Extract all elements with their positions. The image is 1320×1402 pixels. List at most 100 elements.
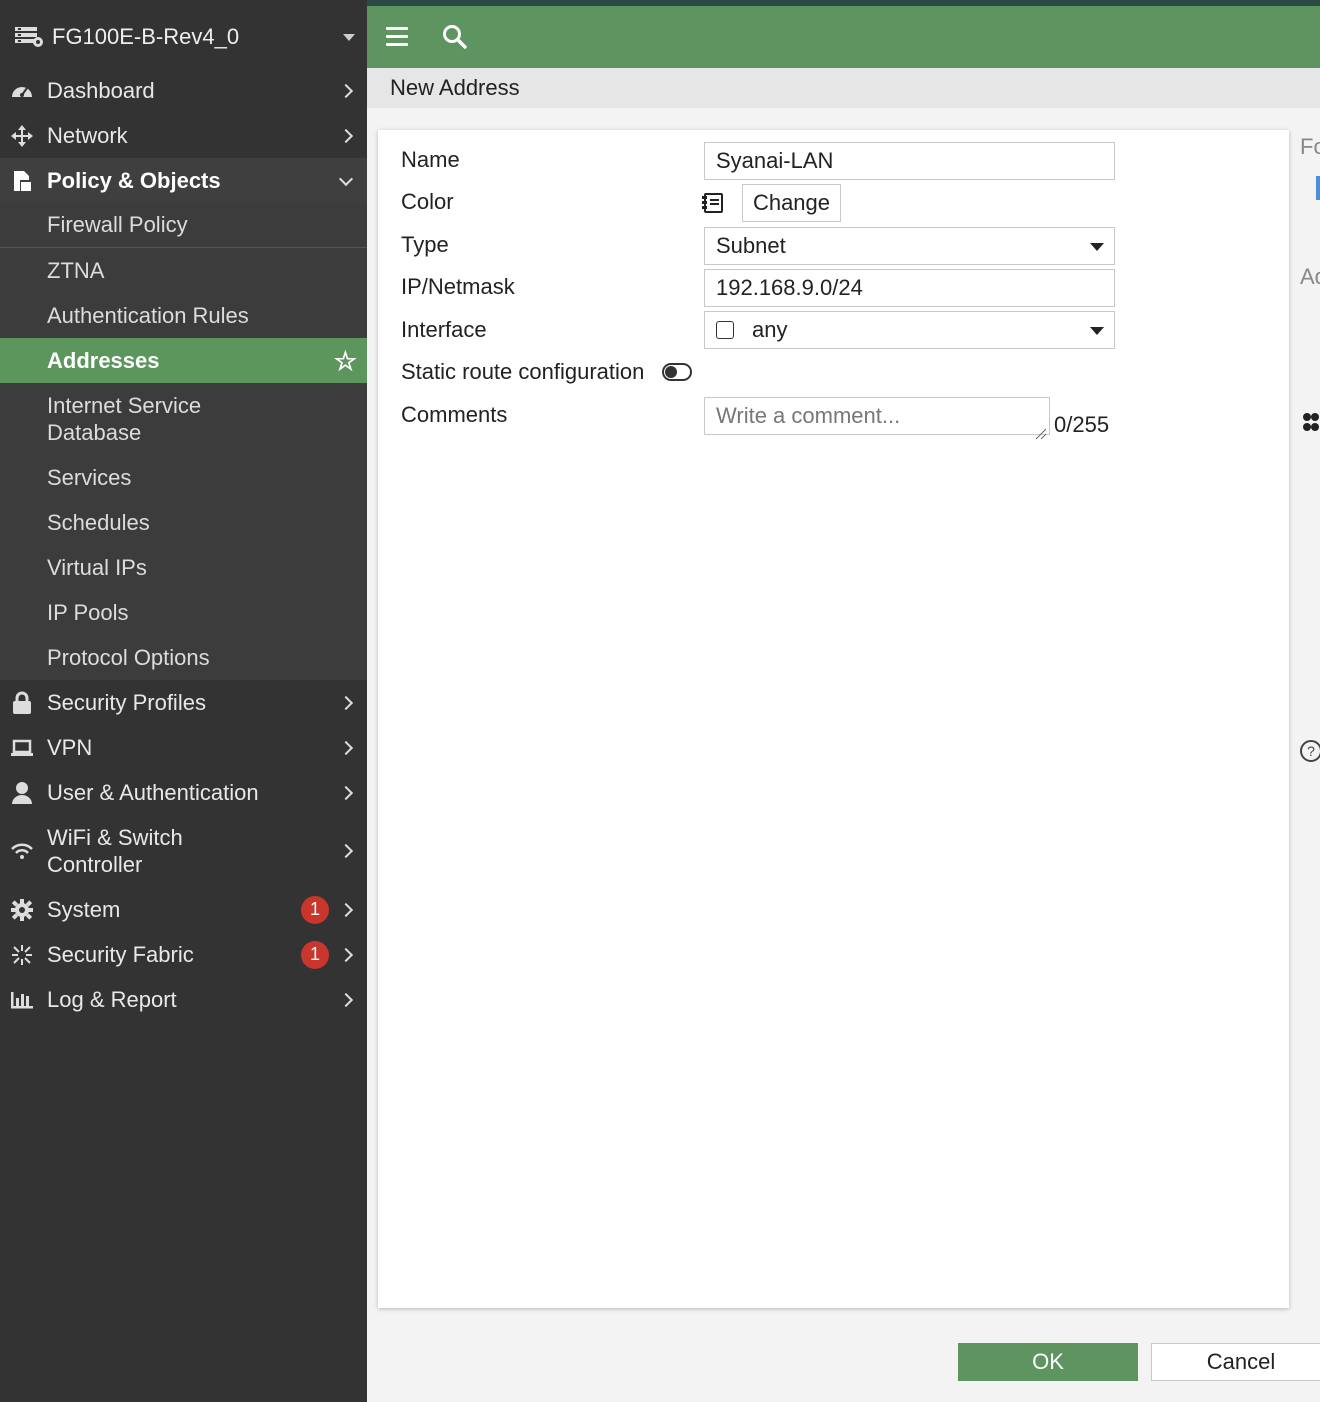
comments-placeholder: Write a comment... bbox=[716, 403, 901, 428]
sidebar-item-protocol-options[interactable]: Protocol Options bbox=[0, 635, 367, 680]
nav-vpn[interactable]: VPN bbox=[0, 725, 367, 770]
caret-down-icon[interactable] bbox=[343, 34, 355, 41]
caret-down-icon bbox=[1090, 243, 1104, 251]
top-header bbox=[367, 6, 1320, 68]
sidebar-item-addresses[interactable]: Addresses ☆ bbox=[0, 338, 367, 383]
help-icon[interactable]: ? bbox=[1300, 740, 1320, 762]
static-route-label: Static route configuration bbox=[401, 359, 645, 384]
right-panel-subheading: Ad bbox=[1300, 264, 1320, 289]
policy-submenu: Firewall Policy ZTNA Authentication Rule… bbox=[0, 203, 367, 680]
nav-policy-objects[interactable]: Policy & Objects bbox=[0, 158, 367, 203]
policy-document-icon bbox=[9, 169, 35, 193]
nav-label-line1: Internet Service bbox=[47, 393, 202, 418]
search-icon[interactable] bbox=[442, 24, 468, 50]
nav-label: Network bbox=[47, 122, 128, 148]
nav-label: Virtual IPs bbox=[47, 554, 147, 580]
ip-netmask-input[interactable]: 192.168.9.0/24 bbox=[704, 269, 1115, 307]
chevron-right-icon bbox=[338, 947, 354, 962]
change-color-button[interactable]: Change bbox=[742, 184, 841, 222]
nav-dashboard[interactable]: Dashboard bbox=[0, 68, 367, 113]
sidebar-item-ip-pools[interactable]: IP Pools bbox=[0, 590, 367, 635]
nav-user-authentication[interactable]: User & Authentication bbox=[0, 770, 367, 815]
type-value: Subnet bbox=[716, 233, 786, 258]
nav-label: Schedules bbox=[47, 509, 150, 535]
nav-label-line1: WiFi & Switch bbox=[47, 825, 183, 850]
nav-label: Policy & Objects bbox=[47, 167, 221, 193]
type-label: Type bbox=[401, 232, 449, 257]
sidebar-item-services[interactable]: Services bbox=[0, 455, 367, 500]
security-fabric-icon bbox=[9, 943, 35, 967]
laptop-icon bbox=[9, 736, 35, 760]
cancel-button[interactable]: Cancel bbox=[1151, 1343, 1320, 1381]
sidebar-item-schedules[interactable]: Schedules bbox=[0, 500, 367, 545]
bar-chart-icon bbox=[9, 988, 35, 1012]
nav-system[interactable]: System 1 bbox=[0, 887, 367, 932]
lock-icon bbox=[9, 691, 35, 715]
sidebar-item-ztna[interactable]: ZTNA bbox=[0, 248, 367, 293]
name-input[interactable]: Syanai-LAN bbox=[704, 142, 1115, 180]
resize-handle-icon[interactable] bbox=[1035, 420, 1047, 440]
right-panel-heading: Fo bbox=[1300, 134, 1320, 159]
chevron-down-icon bbox=[338, 171, 354, 186]
nav-security-profiles[interactable]: Security Profiles bbox=[0, 680, 367, 725]
sidebar-item-authentication-rules[interactable]: Authentication Rules bbox=[0, 293, 367, 338]
nav-label: IP Pools bbox=[47, 599, 129, 625]
name-label: Name bbox=[401, 147, 460, 172]
nav-network[interactable]: Network bbox=[0, 113, 367, 158]
page-title: New Address bbox=[367, 68, 1320, 108]
chevron-right-icon bbox=[338, 902, 354, 917]
right-panel-link-fragment bbox=[1316, 176, 1320, 200]
interface-value: any bbox=[752, 317, 788, 342]
nav-label: Dashboard bbox=[47, 77, 155, 103]
chevron-right-icon bbox=[338, 740, 354, 755]
type-select[interactable]: Subnet bbox=[704, 227, 1115, 265]
ok-button[interactable]: OK bbox=[958, 1343, 1138, 1381]
nav-label: System bbox=[47, 896, 121, 922]
nav-label: User & Authentication bbox=[47, 779, 259, 805]
nav-label: Log & Report bbox=[47, 986, 177, 1012]
nav-label: Firewall Policy bbox=[47, 212, 188, 237]
nav-label: ZTNA bbox=[47, 257, 105, 283]
nav-label: Security Profiles bbox=[47, 689, 206, 715]
comments-label: Comments bbox=[401, 402, 508, 427]
interface-select[interactable]: any bbox=[704, 311, 1115, 349]
color-swatch-icon bbox=[702, 192, 724, 214]
interface-label: Interface bbox=[401, 317, 487, 342]
chevron-right-icon bbox=[338, 128, 354, 143]
right-side-panel: Fo Ad ? bbox=[1296, 130, 1320, 930]
main-nav: Dashboard Network Policy & Objects Firew… bbox=[0, 68, 367, 1022]
static-route-toggle[interactable] bbox=[662, 363, 692, 381]
caret-down-icon bbox=[1090, 327, 1104, 335]
nav-label: VPN bbox=[47, 734, 93, 760]
fortigate-device-icon bbox=[14, 25, 44, 49]
color-label: Color bbox=[401, 189, 454, 214]
interface-checkbox[interactable] bbox=[716, 321, 734, 339]
nav-label: Authentication Rules bbox=[47, 302, 249, 328]
sidebar-item-firewall-policy[interactable]: Firewall Policy bbox=[0, 203, 367, 248]
wifi-icon bbox=[9, 839, 35, 863]
nav-log-report[interactable]: Log & Report bbox=[0, 977, 367, 1022]
ip-netmask-label: IP/Netmask bbox=[401, 274, 515, 299]
chevron-right-icon bbox=[338, 992, 354, 1007]
sidebar: FG100E-B-Rev4_0 Dashboard Network Policy… bbox=[0, 0, 367, 1402]
nav-label: Protocol Options bbox=[47, 644, 210, 670]
chevron-right-icon bbox=[338, 785, 354, 800]
notification-badge: 1 bbox=[301, 895, 329, 924]
dashboard-icon bbox=[9, 79, 35, 103]
favorite-star-icon[interactable]: ☆ bbox=[334, 348, 357, 374]
hamburger-menu-icon[interactable] bbox=[386, 27, 408, 47]
comments-counter: 0/255 bbox=[1054, 412, 1110, 437]
gear-icon bbox=[9, 898, 35, 922]
nav-security-fabric[interactable]: Security Fabric 1 bbox=[0, 932, 367, 977]
fabric-icon bbox=[1302, 412, 1320, 432]
device-selector[interactable]: FG100E-B-Rev4_0 bbox=[0, 6, 367, 68]
sidebar-item-virtual-ips[interactable]: Virtual IPs bbox=[0, 545, 367, 590]
new-address-form: Name Syanai-LAN Color Change Type Subnet… bbox=[378, 130, 1289, 1308]
sidebar-item-internet-service-database[interactable]: Internet Service Database bbox=[0, 383, 367, 455]
nav-label: Services bbox=[47, 464, 132, 490]
comments-textarea[interactable]: Write a comment... bbox=[704, 397, 1050, 440]
nav-wifi-switch-controller[interactable]: WiFi & Switch Controller bbox=[0, 815, 367, 887]
chevron-right-icon bbox=[338, 843, 354, 859]
nav-label-line2: Controller bbox=[47, 852, 143, 877]
network-icon bbox=[9, 124, 35, 148]
